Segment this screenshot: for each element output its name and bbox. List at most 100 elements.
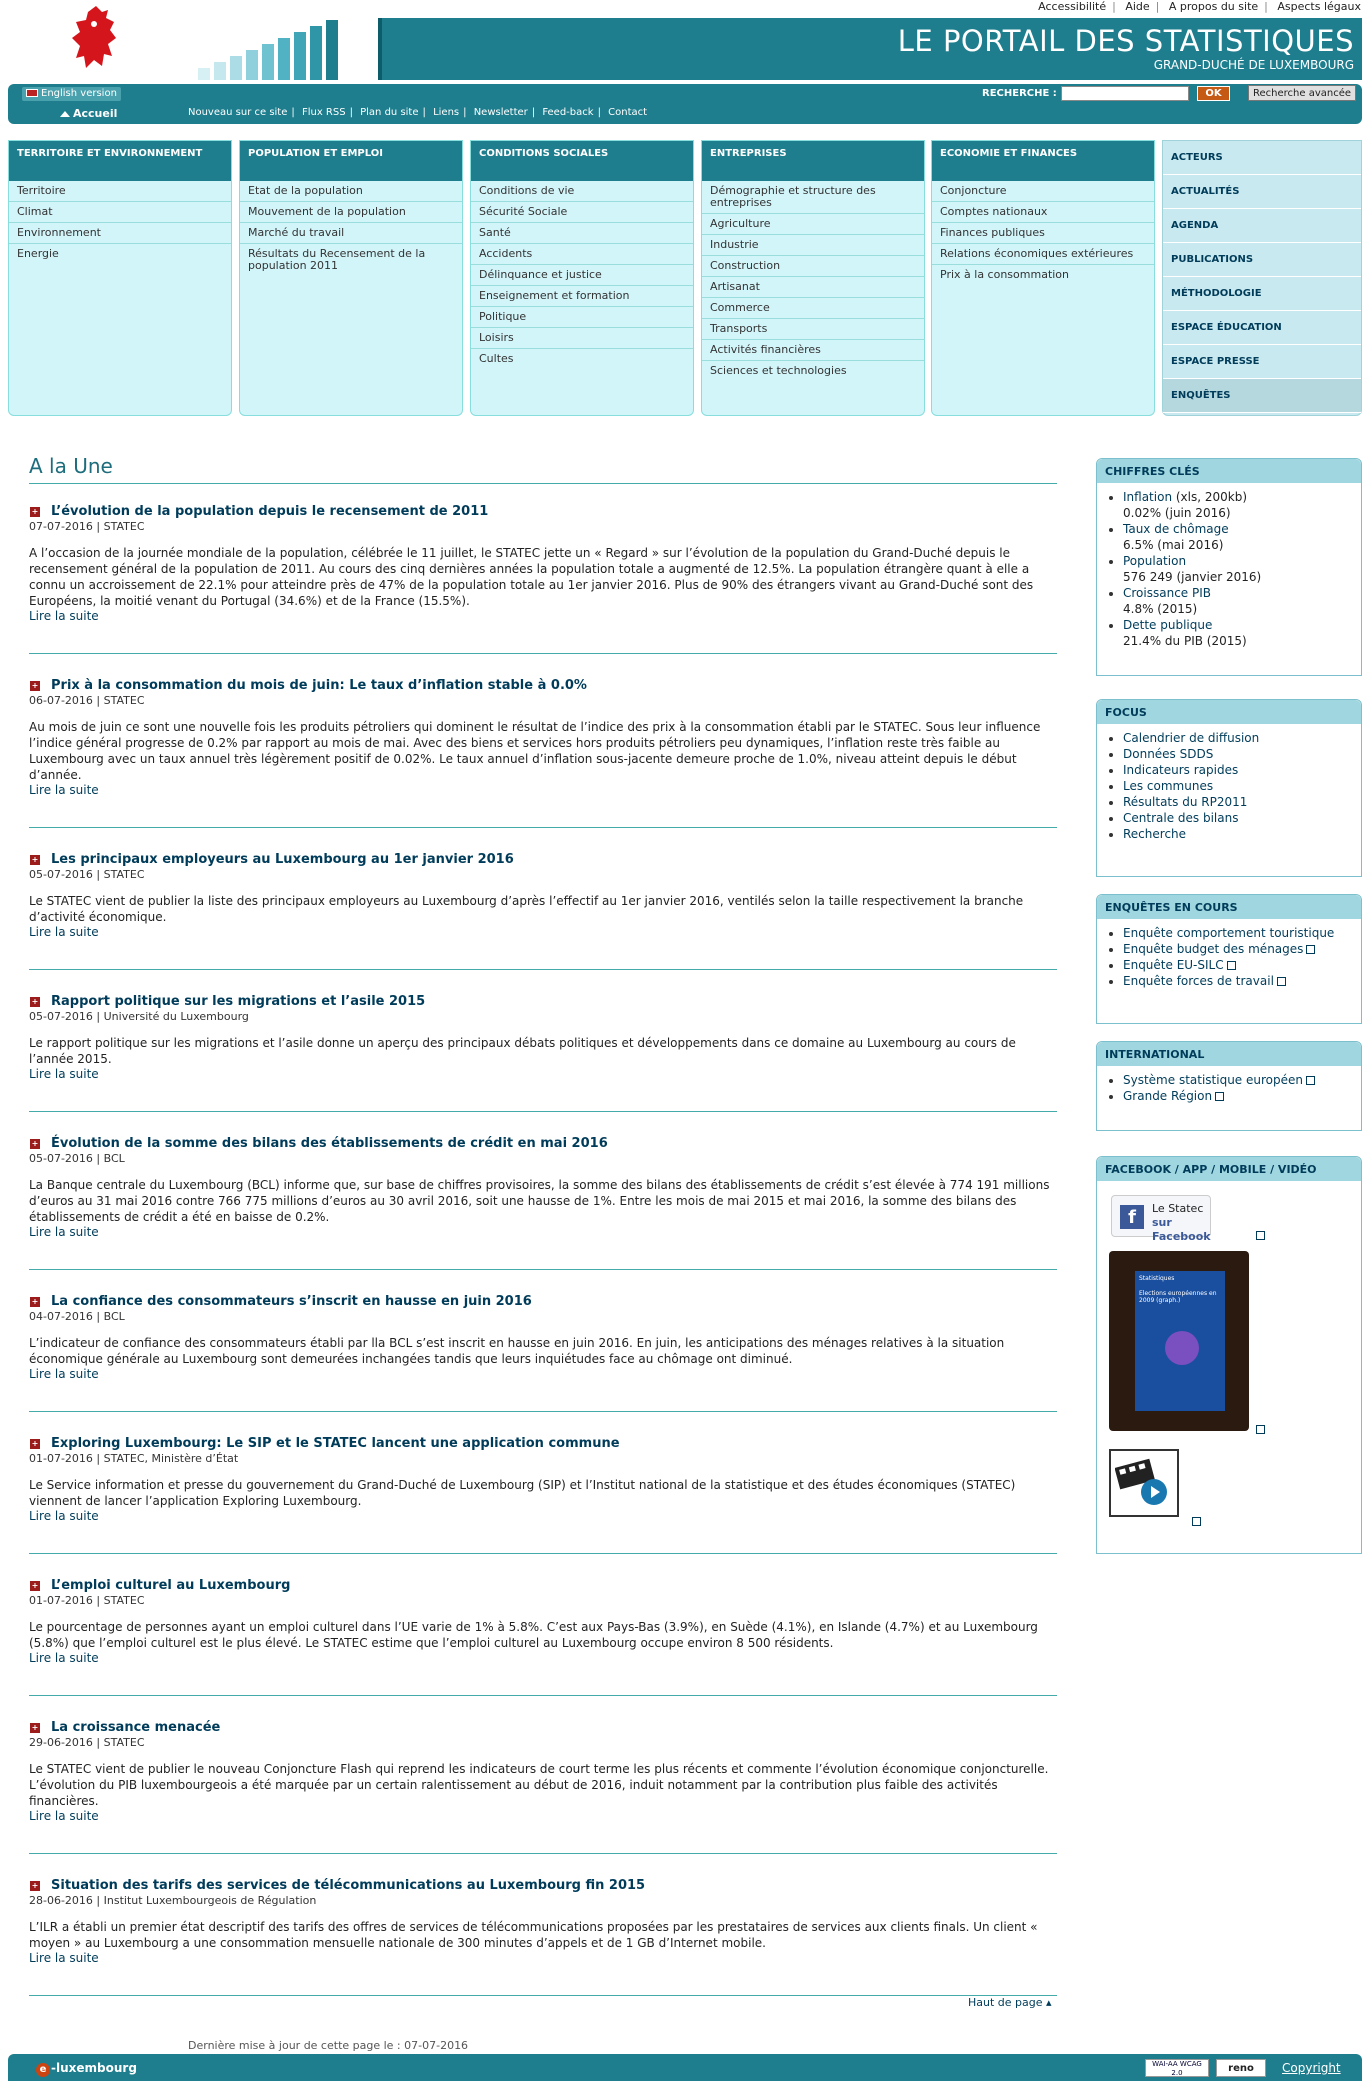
category-item[interactable]: Démographie et structure des entreprises — [702, 181, 924, 214]
chiffre-link-dette[interactable]: Dette publique — [1123, 618, 1212, 632]
category-item[interactable]: Résultats du Recensement de la populatio… — [240, 244, 462, 276]
side-menu-espace-presse[interactable]: ESPACE PRESSE — [1163, 345, 1361, 379]
read-more-link[interactable]: Lire la suite — [29, 1067, 99, 1081]
news-title-link[interactable]: L’évolution de la population depuis le r… — [51, 504, 488, 519]
news-title-link[interactable]: Exploring Luxembourg: Le SIP et le STATE… — [51, 1436, 620, 1451]
category-item[interactable]: Environnement — [9, 223, 231, 244]
category-item[interactable]: Loisirs — [471, 328, 693, 349]
focus-link[interactable]: Recherche — [1123, 827, 1186, 841]
top-link-accessibilite[interactable]: Accessibilité — [1038, 0, 1106, 13]
nav-link-nouveau[interactable]: Nouveau sur ce site — [188, 107, 287, 118]
e-luxembourg-link[interactable]: e -luxembourg — [36, 2061, 137, 2077]
category-item[interactable]: Agriculture — [702, 214, 924, 235]
category-item[interactable]: Sécurité Sociale — [471, 202, 693, 223]
category-item[interactable]: Conditions de vie — [471, 181, 693, 202]
news-title-link[interactable]: Évolution de la somme des bilans des éta… — [51, 1136, 608, 1151]
read-more-link[interactable]: Lire la suite — [29, 1509, 99, 1523]
nav-link-rss[interactable]: Flux RSS — [302, 107, 346, 118]
nav-link-contact[interactable]: Contact — [608, 107, 647, 118]
category-item[interactable]: Conjoncture — [932, 181, 1154, 202]
home-link[interactable]: Accueil — [60, 107, 117, 120]
focus-link[interactable]: Résultats du RP2011 — [1123, 795, 1247, 809]
category-item[interactable]: Cultes — [471, 349, 693, 369]
video-link[interactable] — [1109, 1449, 1179, 1517]
category-item[interactable]: Accidents — [471, 244, 693, 265]
nav-link-newsletter[interactable]: Newsletter — [474, 107, 528, 118]
side-menu-actualites[interactable]: ACTUALITÉS — [1163, 175, 1361, 209]
search-input[interactable] — [1061, 86, 1189, 101]
reno-badge[interactable]: reno — [1216, 2059, 1266, 2077]
category-title[interactable]: TERRITOIRE ET ENVIRONNEMENT — [9, 141, 231, 181]
chiffre-link-population[interactable]: Population — [1123, 554, 1186, 568]
search-ok-button[interactable]: OK — [1197, 86, 1230, 101]
enquete-link[interactable]: Enquête forces de travail — [1123, 974, 1274, 988]
read-more-link[interactable]: Lire la suite — [29, 1951, 99, 1965]
news-title-link[interactable]: Situation des tarifs des services de tél… — [51, 1878, 645, 1893]
english-version-link[interactable]: English version — [22, 87, 121, 101]
top-link-aide[interactable]: Aide — [1125, 0, 1149, 13]
category-item[interactable]: Finances publiques — [932, 223, 1154, 244]
copyright-link[interactable]: Copyright — [1282, 2061, 1341, 2075]
nav-link-feedback[interactable]: Feed-back — [542, 107, 593, 118]
category-item[interactable]: Mouvement de la population — [240, 202, 462, 223]
news-title-link[interactable]: Les principaux employeurs au Luxembourg … — [51, 852, 514, 867]
chiffre-link-chomage[interactable]: Taux de chômage — [1123, 522, 1229, 536]
international-link[interactable]: Grande Région — [1123, 1089, 1212, 1103]
read-more-link[interactable]: Lire la suite — [29, 925, 99, 939]
news-title-link[interactable]: La confiance des consommateurs s’inscrit… — [51, 1294, 532, 1309]
facebook-link[interactable]: f Le Statec sur Facebook — [1111, 1195, 1211, 1243]
enquete-link[interactable]: Enquête EU-SILC — [1123, 958, 1224, 972]
focus-link[interactable]: Calendrier de diffusion — [1123, 731, 1259, 745]
category-item[interactable]: Relations économiques extérieures — [932, 244, 1154, 265]
category-item[interactable]: Commerce — [702, 298, 924, 319]
category-item[interactable]: Politique — [471, 307, 693, 328]
side-menu-agenda[interactable]: AGENDA — [1163, 209, 1361, 243]
category-item[interactable]: Territoire — [9, 181, 231, 202]
news-title-link[interactable]: L’emploi culturel au Luxembourg — [51, 1578, 290, 1593]
category-item[interactable]: Industrie — [702, 235, 924, 256]
mobile-app-image[interactable]: Statistiques Elections européennes en 20… — [1109, 1251, 1249, 1431]
read-more-link[interactable]: Lire la suite — [29, 1225, 99, 1239]
read-more-link[interactable]: Lire la suite — [29, 1367, 99, 1381]
category-item[interactable]: Artisanat — [702, 277, 924, 298]
category-title[interactable]: ECONOMIE ET FINANCES — [932, 141, 1154, 181]
side-menu-methodologie[interactable]: MÉTHODOLOGIE — [1163, 277, 1361, 311]
category-item[interactable]: Activités financières — [702, 340, 924, 361]
category-item[interactable]: Santé — [471, 223, 693, 244]
category-item[interactable]: Transports — [702, 319, 924, 340]
top-link-aspects-legaux[interactable]: Aspects légaux — [1277, 0, 1361, 13]
category-item[interactable]: Etat de la population — [240, 181, 462, 202]
advanced-search-button[interactable]: Recherche avancée — [1248, 85, 1357, 101]
category-item[interactable]: Délinquance et justice — [471, 265, 693, 286]
nav-link-plan[interactable]: Plan du site — [360, 107, 418, 118]
focus-link[interactable]: Centrale des bilans — [1123, 811, 1238, 825]
category-item[interactable]: Comptes nationaux — [932, 202, 1154, 223]
read-more-link[interactable]: Lire la suite — [29, 783, 99, 797]
focus-link[interactable]: Données SDDS — [1123, 747, 1213, 761]
category-title[interactable]: ENTREPRISES — [702, 141, 924, 181]
category-title[interactable]: CONDITIONS SOCIALES — [471, 141, 693, 181]
chiffre-link-pib[interactable]: Croissance PIB — [1123, 586, 1211, 600]
focus-link[interactable]: Indicateurs rapides — [1123, 763, 1238, 777]
read-more-link[interactable]: Lire la suite — [29, 1809, 99, 1823]
news-title-link[interactable]: La croissance menacée — [51, 1720, 220, 1735]
top-link-a-propos[interactable]: A propos du site — [1169, 0, 1258, 13]
category-item[interactable]: Climat — [9, 202, 231, 223]
side-menu-espace-education[interactable]: ESPACE ÉDUCATION — [1163, 311, 1361, 345]
read-more-link[interactable]: Lire la suite — [29, 609, 99, 623]
focus-link[interactable]: Les communes — [1123, 779, 1213, 793]
category-item[interactable]: Marché du travail — [240, 223, 462, 244]
luxembourg-lion-logo[interactable] — [66, 4, 126, 74]
chiffre-link-inflation[interactable]: Inflation — [1123, 490, 1172, 504]
side-menu-publications[interactable]: PUBLICATIONS — [1163, 243, 1361, 277]
category-item[interactable]: Prix à la consommation — [932, 265, 1154, 285]
enquete-link[interactable]: Enquête budget des ménages — [1123, 942, 1303, 956]
category-item[interactable]: Energie — [9, 244, 231, 264]
side-menu-enquetes[interactable]: ENQUÊTES — [1163, 379, 1361, 413]
category-item[interactable]: Sciences et technologies — [702, 361, 924, 381]
wai-aa-badge[interactable]: WAI-AA WCAG 2.0 — [1145, 2059, 1209, 2077]
category-title[interactable]: POPULATION ET EMPLOI — [240, 141, 462, 181]
category-item[interactable]: Construction — [702, 256, 924, 277]
nav-link-liens[interactable]: Liens — [433, 107, 459, 118]
enquete-link[interactable]: Enquête comportement touristique — [1123, 926, 1334, 940]
